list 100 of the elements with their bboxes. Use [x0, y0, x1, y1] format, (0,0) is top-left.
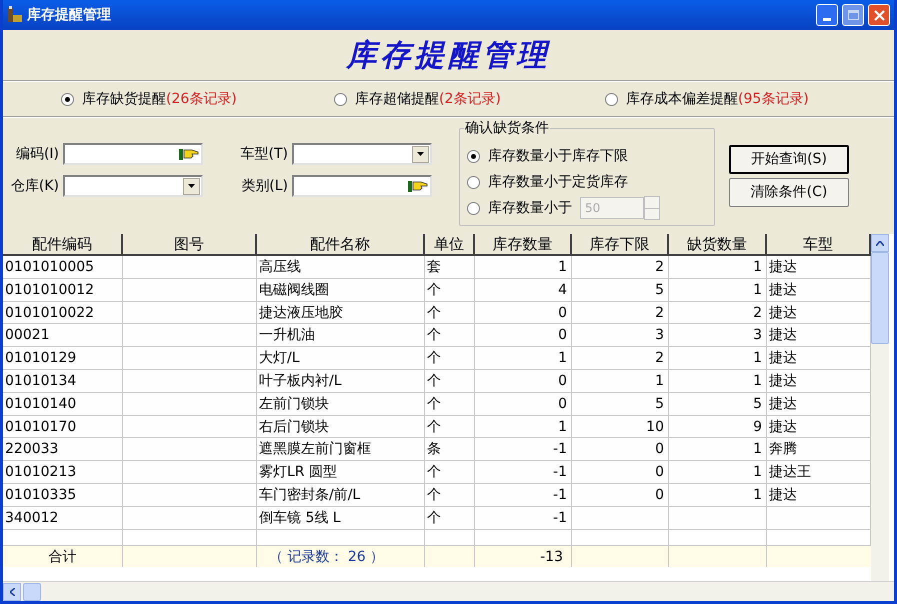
- table-cell: 1: [753, 486, 762, 503]
- lookup-field[interactable]: [292, 175, 432, 197]
- total-cell: -13: [540, 548, 563, 565]
- horizontal-scrollbar[interactable]: [3, 581, 894, 601]
- table-cell: 0101010022: [5, 304, 94, 321]
- column-header[interactable]: 单位: [425, 234, 475, 254]
- field-label: 类别(L): [240, 176, 288, 196]
- vertical-scrollbar[interactable]: [871, 234, 889, 581]
- table-cell: 220033: [5, 441, 58, 458]
- minimize-button[interactable]: [816, 4, 838, 26]
- table-cell: 01010170: [5, 418, 76, 435]
- table-cell: 01010213: [5, 464, 76, 480]
- table-cell: 捷达: [769, 327, 797, 344]
- table-cell: -1: [553, 486, 567, 503]
- table-cell: 2: [753, 304, 762, 321]
- column-header[interactable]: 配件名称: [257, 234, 425, 254]
- close-button[interactable]: [868, 4, 890, 26]
- table-cell: 雾灯LR 圆型: [259, 464, 337, 480]
- table-cell: 01010335: [5, 486, 76, 503]
- table-cell: 个: [427, 486, 441, 503]
- table-cell: 9: [753, 418, 762, 435]
- table-cell: 0: [655, 464, 664, 480]
- table-cell: -1: [553, 464, 567, 480]
- table-cell: 捷达: [769, 396, 797, 412]
- table-cell: 左前门锁块: [259, 396, 329, 412]
- table-cell: 捷达: [769, 304, 797, 321]
- table-cell: 2: [655, 304, 664, 321]
- column-header[interactable]: 缺货数量: [669, 234, 767, 254]
- column-header[interactable]: 库存数量: [475, 234, 572, 254]
- radio-button[interactable]: [334, 92, 347, 106]
- page-heading: 库存提醒管理: [346, 36, 550, 74]
- table-cell: 高压线: [259, 259, 301, 275]
- table-cell: 1: [753, 441, 762, 458]
- table-cell: 0: [558, 396, 567, 412]
- table-cell: 捷达: [769, 282, 797, 298]
- dropdown-field[interactable]: [63, 175, 203, 197]
- mode-label[interactable]: 库存缺货提醒(26条记录): [82, 88, 237, 110]
- table-cell: 个: [427, 372, 441, 389]
- table-cell: 00021: [5, 327, 50, 344]
- action-button[interactable]: 清除条件(C): [729, 178, 849, 207]
- table-cell: 套: [427, 259, 441, 275]
- column-header[interactable]: 库存下限: [572, 234, 669, 254]
- table-cell: 个: [427, 464, 441, 480]
- radio-button[interactable]: [605, 92, 618, 106]
- table-cell: 0: [558, 327, 567, 344]
- table-cell: 0: [558, 372, 567, 389]
- table-cell: 1: [753, 372, 762, 389]
- dropdown-field[interactable]: [292, 143, 432, 165]
- table-cell: 01010134: [5, 372, 76, 389]
- radio-button[interactable]: [61, 92, 74, 106]
- table-cell: -1: [553, 510, 567, 526]
- table-cell: 5: [655, 282, 664, 298]
- table-cell: 捷达: [769, 418, 797, 435]
- table-cell: 0: [558, 304, 567, 321]
- group-title: 确认缺货条件: [464, 119, 550, 137]
- record-count: （ 记录数： 26 ）: [269, 548, 384, 565]
- table-cell: 4: [558, 282, 567, 298]
- maximize-button[interactable]: [842, 4, 864, 26]
- condition-label[interactable]: 库存数量小于库存下限: [488, 146, 628, 166]
- table-cell: 捷达: [769, 486, 797, 503]
- column-header[interactable]: 配件编码: [3, 234, 123, 254]
- scroll-thumb[interactable]: [871, 252, 889, 344]
- dropdown-arrow-button[interactable]: [412, 146, 429, 162]
- radio-button[interactable]: [467, 150, 480, 162]
- lookup-field[interactable]: [63, 143, 203, 165]
- table-cell: 1: [558, 350, 567, 366]
- table-cell: 340012: [5, 510, 58, 526]
- table-cell: 1: [753, 350, 762, 366]
- table-cell: 1: [655, 372, 664, 389]
- table-cell: 1: [558, 418, 567, 435]
- window-title: 库存提醒管理: [27, 6, 112, 24]
- table-cell: 01010129: [5, 350, 76, 366]
- table-cell: 个: [427, 282, 441, 298]
- pointing-hand-icon[interactable]: [178, 146, 200, 162]
- table-cell: 1: [558, 259, 567, 275]
- radio-button[interactable]: [467, 176, 480, 188]
- table-cell: 捷达液压地胶: [259, 304, 343, 321]
- table-cell: 1: [753, 464, 762, 480]
- mode-label[interactable]: 库存成本偏差提醒(95条记录): [626, 88, 809, 110]
- app-icon: [7, 6, 23, 24]
- column-header[interactable]: 图号: [123, 234, 257, 254]
- dropdown-arrow-button[interactable]: [183, 178, 200, 194]
- field-label: 车型(T): [240, 144, 288, 164]
- table-cell: 个: [427, 510, 441, 526]
- mode-label[interactable]: 库存超储提醒(2条记录): [355, 88, 501, 110]
- table-cell: 5: [753, 396, 762, 412]
- table-cell: 2: [655, 259, 664, 275]
- table-cell: 5: [655, 396, 664, 412]
- table-cell: 倒车镜 5线 L: [259, 510, 341, 526]
- field-label: 编码(I): [14, 144, 59, 164]
- table-cell: 0101010005: [5, 259, 94, 275]
- table-cell: 1: [753, 282, 762, 298]
- pointing-hand-icon[interactable]: [407, 178, 429, 194]
- field-label: 仓库(K): [10, 176, 59, 196]
- action-button[interactable]: 开始查询(S): [729, 145, 849, 174]
- table-cell: 捷达: [769, 350, 797, 366]
- scroll-thumb[interactable]: [23, 582, 41, 600]
- condition-label[interactable]: 库存数量小于定货库存: [488, 172, 628, 192]
- close-icon: [874, 10, 884, 20]
- table-cell: 遮黑膜左前门窗框: [259, 441, 371, 458]
